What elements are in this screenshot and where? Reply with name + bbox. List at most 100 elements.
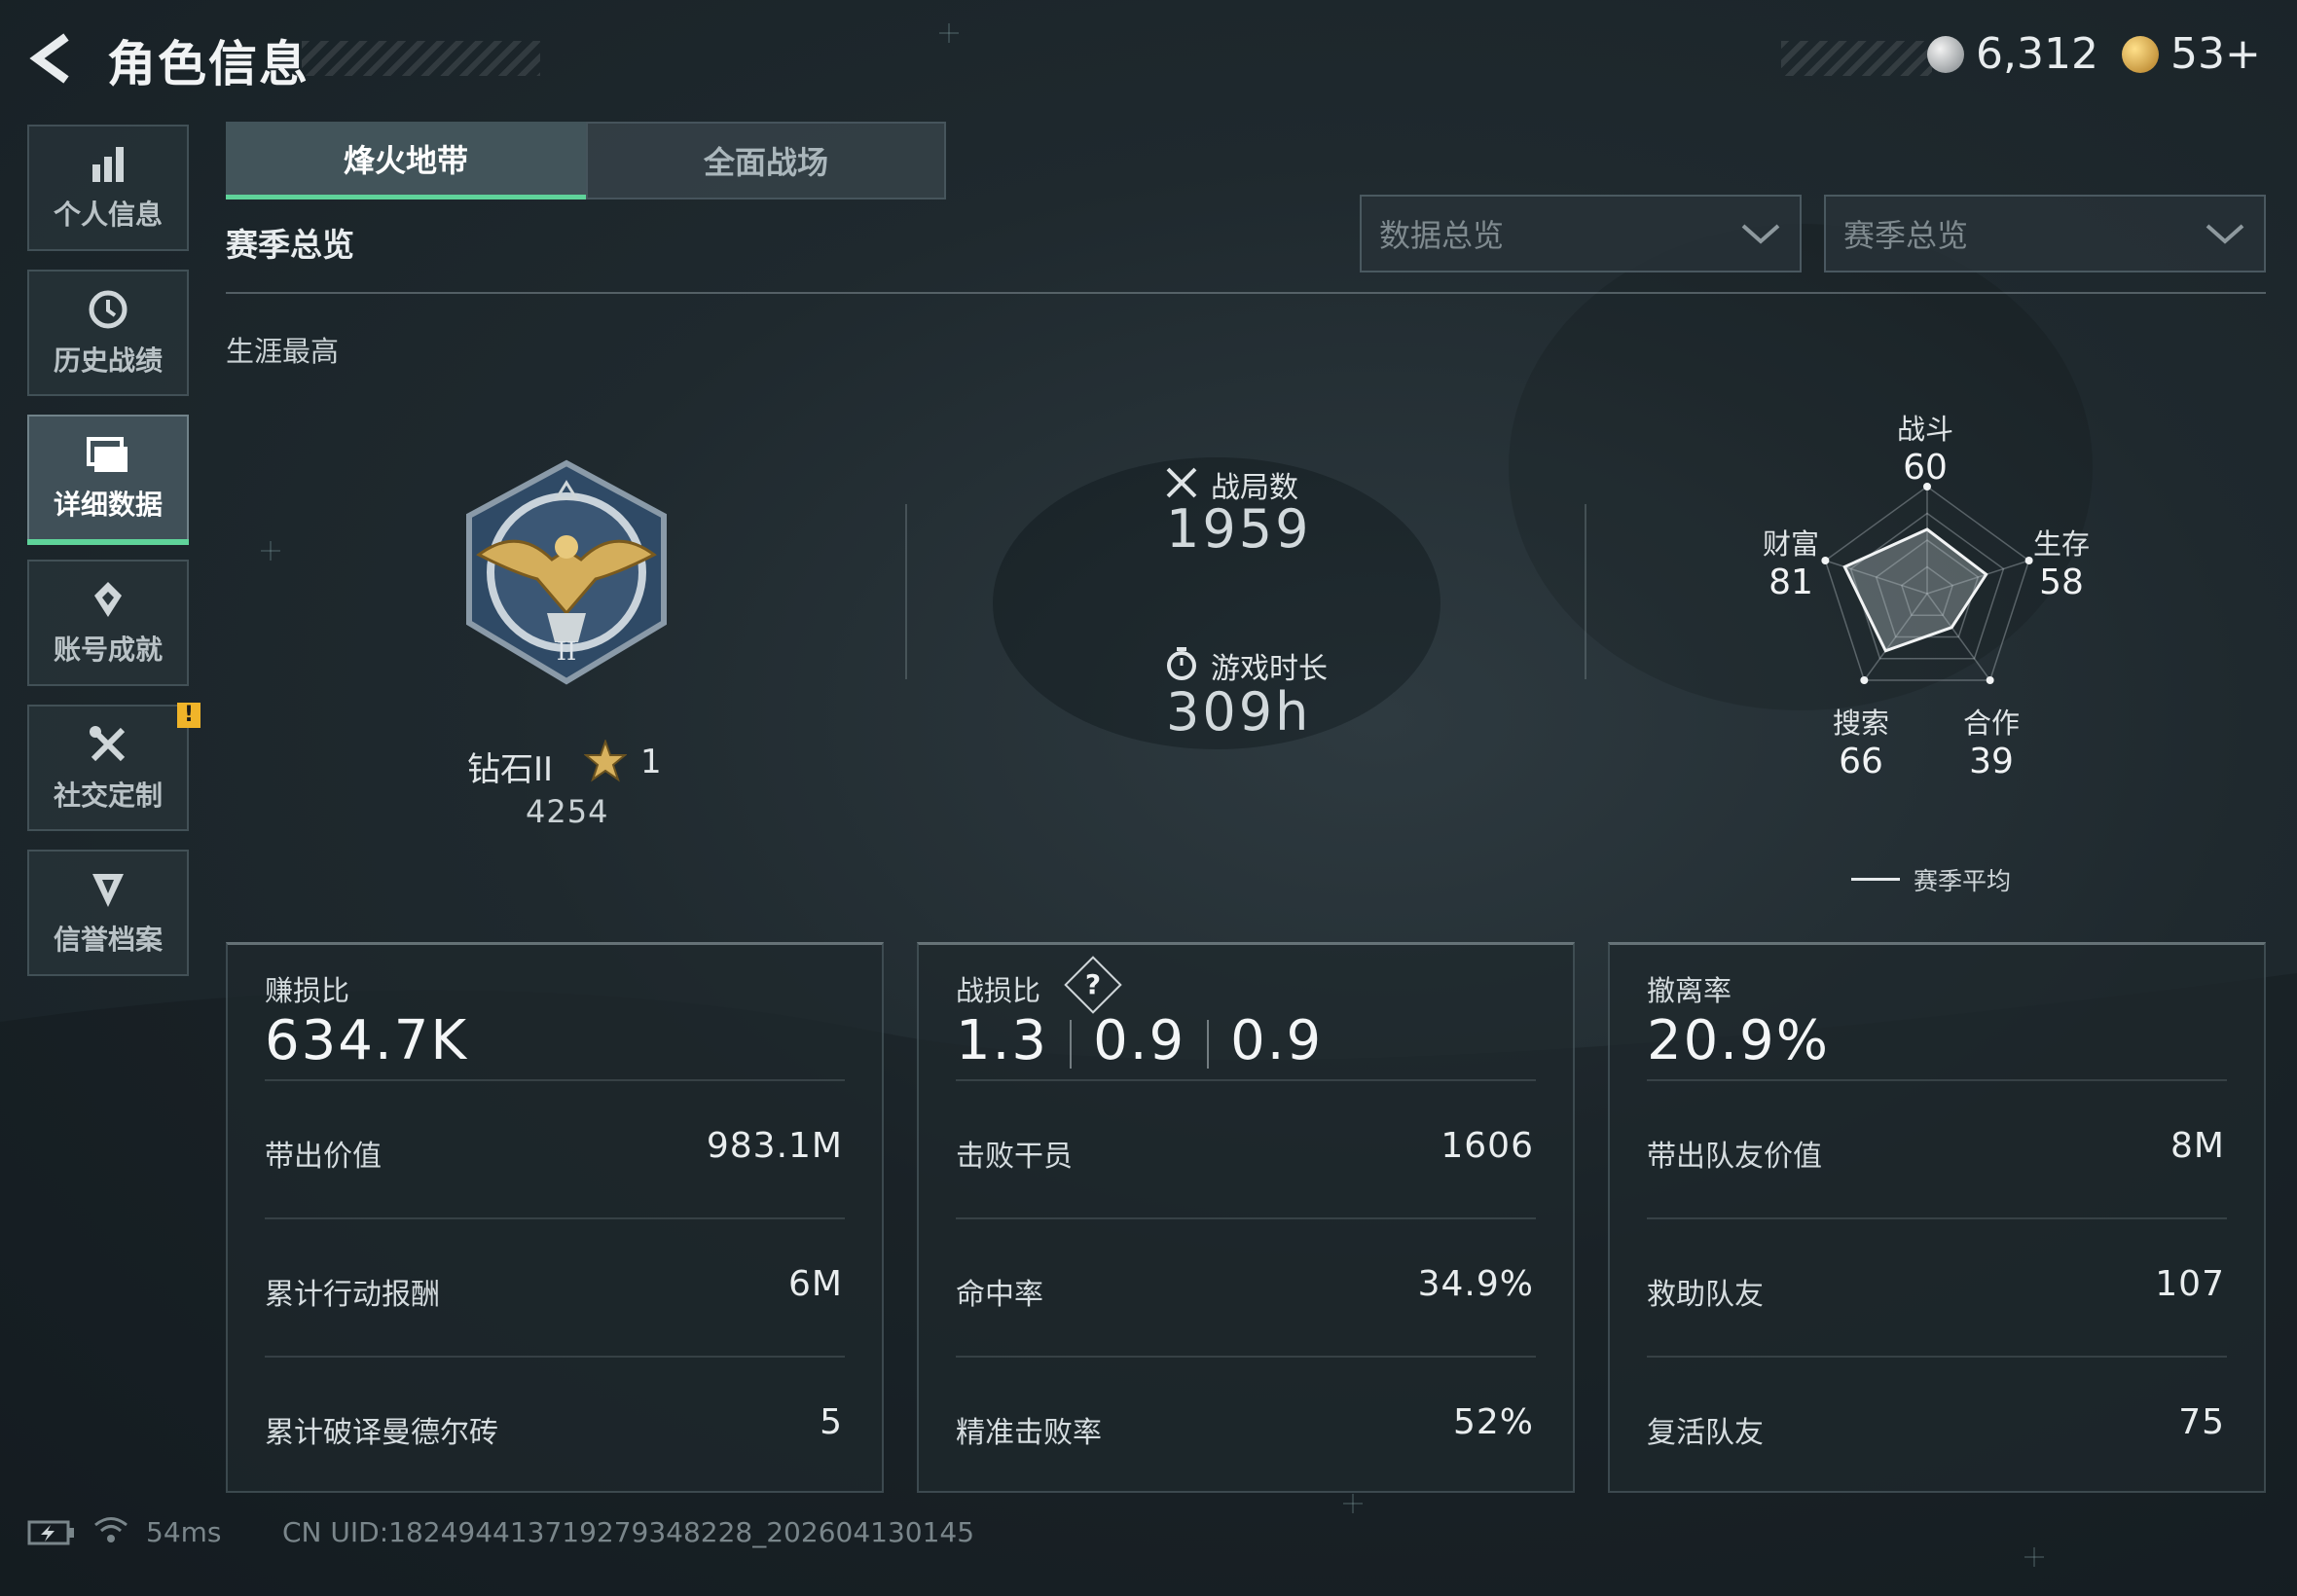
- tools-icon: [90, 726, 126, 762]
- card-divider: [956, 1356, 1536, 1358]
- rank-emblem: II: [466, 459, 667, 685]
- radar-value-wealth: 81: [1768, 562, 1813, 602]
- extraction-card: 撤离率 20.9% 带出队友价值 8M 救助队友 107 复活队友 75: [1608, 942, 2266, 1493]
- battery-charging-icon: [27, 1520, 74, 1545]
- dropdown-value: 数据总览: [1379, 217, 1505, 254]
- card-divider: [265, 1217, 845, 1219]
- chevron-down-icon: [2206, 224, 2244, 244]
- radar-value-cooperation: 39: [1969, 742, 2014, 781]
- sidebar-item-detailed-data[interactable]: 详细数据: [27, 415, 189, 545]
- radar-label-survival: 生存: [2032, 527, 2090, 561]
- card-big-value: 634.7K: [265, 1009, 469, 1072]
- radar-value-combat: 60: [1903, 448, 1948, 488]
- notification-badge: !: [177, 703, 201, 728]
- sidebar-item-social[interactable]: 社交定制 !: [27, 703, 201, 831]
- row-value: 107: [2155, 1264, 2225, 1304]
- row-label: 累计行动报酬: [265, 1278, 440, 1312]
- profit-card: 赚损比 634.7K 带出价值 983.1M 累计行动报酬 6M 累计破译曼德尔…: [226, 942, 884, 1493]
- card-divider: [956, 1079, 1536, 1081]
- card-divider: [265, 1356, 845, 1358]
- star-icon: [584, 740, 627, 782]
- divider: [905, 504, 907, 679]
- sidebar-item-label: 历史战绩: [53, 345, 163, 377]
- ping-value: 54ms: [146, 1516, 222, 1548]
- page-title: 角色信息: [107, 36, 310, 92]
- row-label: 救助队友: [1647, 1278, 1764, 1312]
- achievement-icon: [94, 582, 122, 617]
- card-divider: [265, 1079, 845, 1081]
- card-label: 赚损比: [265, 974, 350, 1007]
- row-label: 击败干员: [956, 1140, 1073, 1174]
- folder-icon: [87, 437, 128, 472]
- radar-vertex-dot: [1860, 675, 1869, 684]
- card-label: 战损比: [956, 974, 1041, 1007]
- card-big-value: 20.9%: [1647, 1009, 1830, 1072]
- row-value: 6M: [788, 1264, 843, 1304]
- card-divider: [1647, 1356, 2227, 1358]
- radar-label-search: 搜索: [1832, 707, 1889, 740]
- card-divider: [1647, 1079, 2227, 1081]
- kd-value: 0.9: [1093, 1009, 1186, 1072]
- gold-currency-value: 53+: [2170, 29, 2261, 79]
- card-divider: [956, 1217, 1536, 1219]
- row-value: 1606: [1440, 1126, 1534, 1166]
- gold-currency[interactable]: 53+: [2122, 29, 2261, 79]
- header-decoration: [302, 41, 540, 76]
- wifi-icon: [94, 1517, 128, 1542]
- sidebar-item-label: 详细数据: [53, 489, 163, 521]
- legend-label: 赛季平均: [1914, 867, 2012, 895]
- clock-history-icon: [89, 290, 128, 329]
- svg-text:II: II: [557, 637, 577, 667]
- kd-values: 1.3 0.9 0.9: [956, 1009, 1323, 1072]
- row-value: 983.1M: [706, 1126, 843, 1166]
- dropdown-value: 赛季总览: [1843, 217, 1969, 254]
- header-decoration: [1781, 41, 1932, 76]
- row-value: 5: [820, 1402, 843, 1442]
- gold-coin-icon: [2122, 35, 2159, 73]
- career-best-label: 生涯最高: [226, 335, 340, 368]
- section-title: 赛季总览: [226, 226, 354, 264]
- kd-card: 战损比 ? 1.3 0.9 0.9 击败干员 1606 命中率 34.9% 精准击败…: [917, 942, 1575, 1493]
- row-value: 75: [2178, 1402, 2225, 1442]
- row-label: 复活队友: [1647, 1416, 1764, 1450]
- sidebar-item-label: 信誉档案: [53, 924, 163, 956]
- sidebar-item-credit[interactable]: 信誉档案: [27, 850, 189, 976]
- matches-value: 1959: [1166, 498, 1312, 560]
- back-arrow-icon[interactable]: [23, 29, 82, 88]
- stopwatch-icon: [1167, 647, 1196, 680]
- radar-label-combat: 战斗: [1896, 413, 1953, 446]
- row-label: 精准击败率: [956, 1416, 1102, 1450]
- kd-value: 0.9: [1230, 1009, 1324, 1072]
- data-overview-dropdown[interactable]: 数据总览: [1360, 195, 1802, 272]
- rank-star-count: 1: [640, 743, 662, 781]
- tab-fire-zone[interactable]: 烽火地带: [226, 122, 586, 200]
- playtime-value: 309h: [1166, 681, 1312, 743]
- row-label: 带出队友价值: [1647, 1140, 1822, 1174]
- silver-currency: 6,312: [1927, 29, 2098, 79]
- divider: [1585, 504, 1586, 679]
- tab-full-battlefield[interactable]: 全面战场: [586, 122, 946, 200]
- row-label: 累计破译曼德尔砖: [265, 1416, 498, 1450]
- radar-label-wealth: 财富: [1762, 527, 1819, 561]
- sidebar-item-achievements[interactable]: 账号成就: [27, 560, 189, 686]
- card-divider: [1647, 1217, 2227, 1219]
- row-value: 8M: [2170, 1126, 2225, 1166]
- radar-value-survival: 58: [2039, 562, 2084, 602]
- row-label: 带出价值: [265, 1140, 382, 1174]
- radar-vertex-dot: [1986, 675, 1994, 684]
- help-icon[interactable]: ?: [1064, 956, 1122, 1014]
- legend-line: [1851, 878, 1900, 881]
- radar-value-search: 66: [1839, 742, 1883, 781]
- season-overview-dropdown[interactable]: 赛季总览: [1824, 195, 2266, 272]
- silver-coin-icon: [1927, 35, 1964, 73]
- user-uid: CN UID:182494413719279348228_20260413014…: [282, 1516, 975, 1548]
- sidebar-item-label: 个人信息: [53, 199, 163, 231]
- row-value: 34.9%: [1417, 1264, 1534, 1304]
- row-label: 命中率: [956, 1278, 1043, 1312]
- sidebar-item-personal-info[interactable]: 个人信息: [27, 125, 189, 251]
- chevron-down-icon: [1741, 224, 1780, 244]
- sidebar-item-label: 账号成就: [53, 634, 163, 666]
- rank-score: 4254: [526, 793, 609, 830]
- sidebar-item-history[interactable]: 历史战绩: [27, 270, 189, 396]
- crossed-swords-icon: [1166, 467, 1197, 498]
